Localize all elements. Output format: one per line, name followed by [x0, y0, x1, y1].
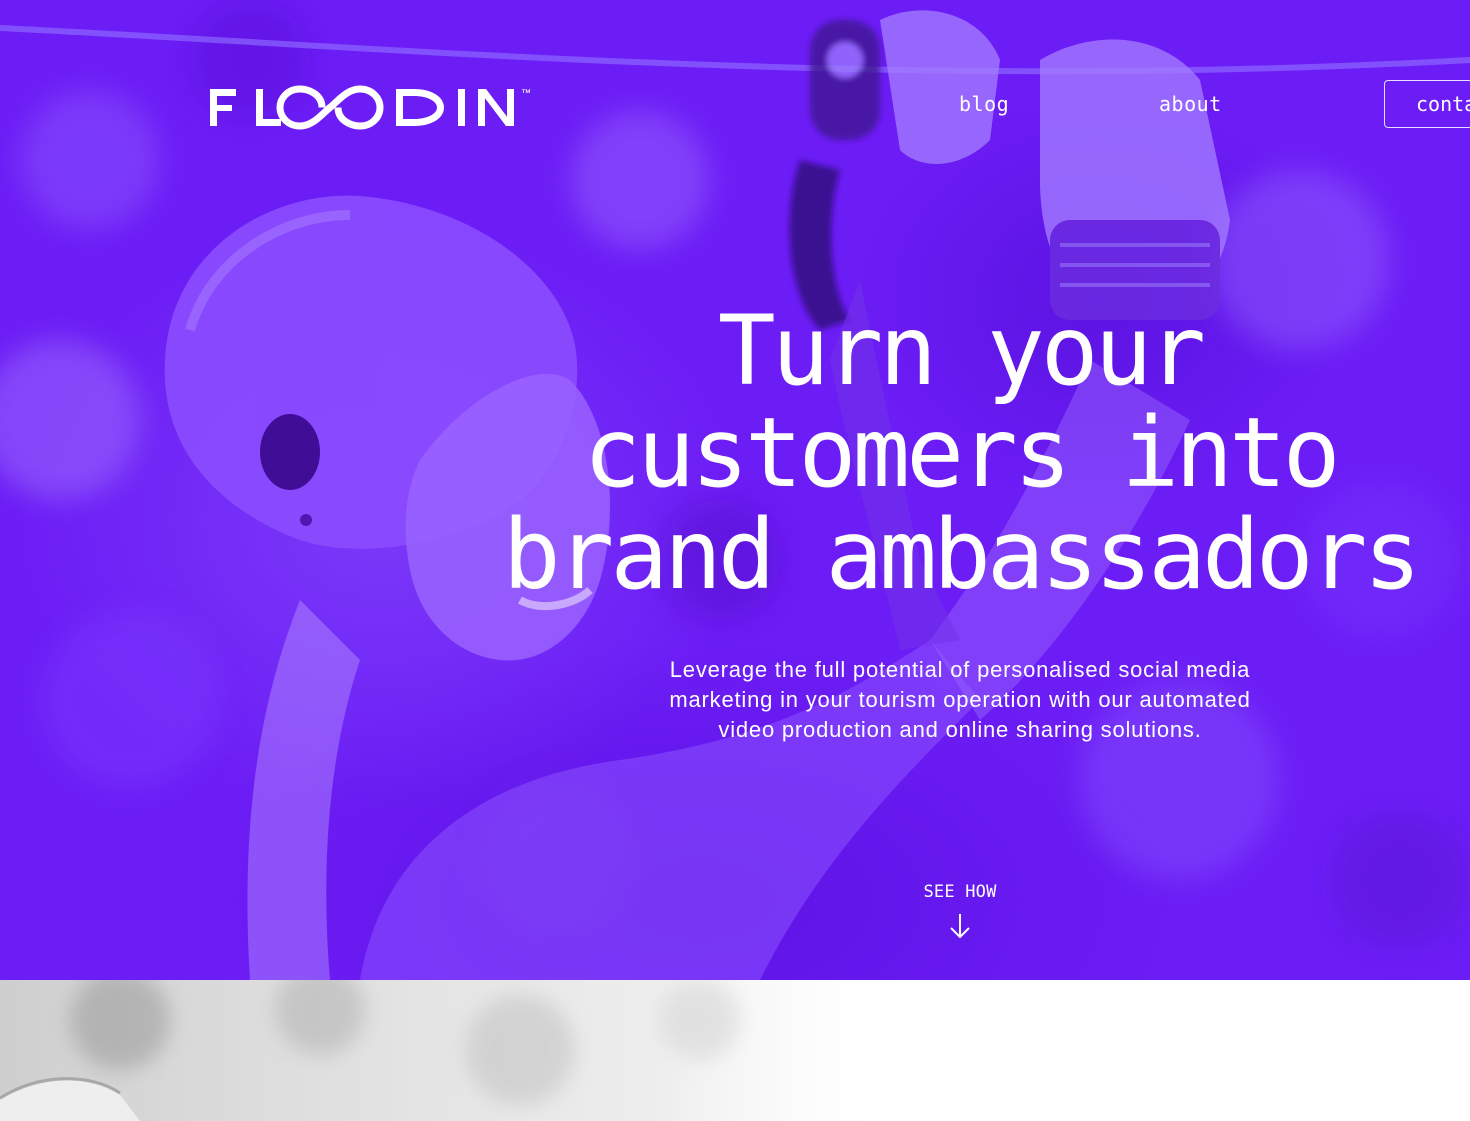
- nav-link-about[interactable]: about: [1159, 92, 1222, 116]
- hero-subline: Leverage the full potential of personali…: [610, 655, 1310, 745]
- subline-line: Leverage the full potential of personali…: [669, 657, 1251, 682]
- hero-section: ™ blog about contact Turn your customers…: [0, 0, 1470, 980]
- subline-line: video production and online sharing solu…: [718, 717, 1202, 742]
- headline-line: Turn your: [717, 295, 1206, 407]
- see-how-button[interactable]: SEE HOW: [900, 882, 1020, 902]
- contact-button[interactable]: contact: [1384, 80, 1470, 128]
- subline-line: marketing in your tourism operation with…: [669, 687, 1251, 712]
- nav-link-blog[interactable]: blog: [959, 92, 1009, 116]
- trademark: ™: [521, 88, 531, 99]
- headline-line: customers into: [583, 397, 1340, 509]
- floodin-logo[interactable]: ™: [210, 84, 540, 132]
- hero-headline: Turn your customers into brand ambassado…: [450, 300, 1470, 606]
- headline-line: brand ambassadors: [502, 499, 1422, 611]
- arrow-down-icon[interactable]: [949, 912, 971, 940]
- lower-background-photo: [0, 980, 1470, 1121]
- lower-section: [0, 980, 1470, 1121]
